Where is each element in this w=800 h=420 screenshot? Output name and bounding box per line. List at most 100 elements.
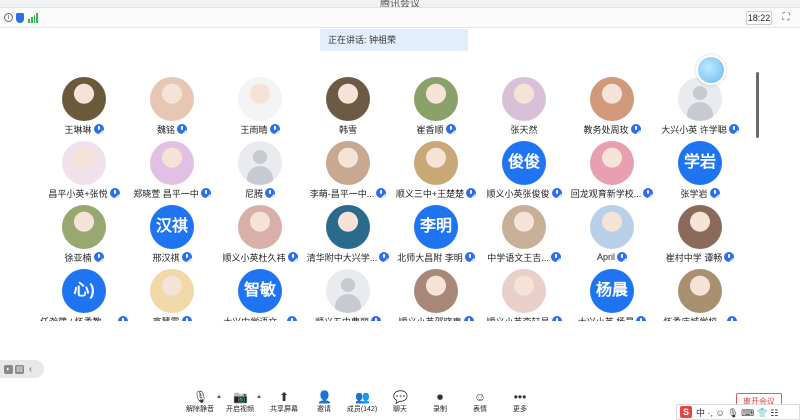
participant-tile[interactable]: 顺义五中曹丽 <box>304 265 392 321</box>
participant-name: 大兴小英 许学聪 <box>661 124 727 135</box>
participant-tile[interactable]: 清华附中大兴学... <box>304 201 392 265</box>
participant-tile[interactable]: 王雨晴 <box>216 73 304 137</box>
grid-scrollbar[interactable] <box>756 72 759 138</box>
toolbar-share-screen-button[interactable]: ⬆ 共享屏幕 <box>264 390 304 420</box>
avatar <box>678 269 722 313</box>
info-icon[interactable]: i <box>4 13 13 22</box>
participant-tile[interactable]: 顺义小英邵晓惠 <box>392 265 480 321</box>
participant-tile[interactable]: 回龙观育新学校... <box>568 137 656 201</box>
avatar <box>326 141 370 185</box>
participant-tile[interactable]: 心) 任瀚葳 / 怀柔教科... <box>40 265 128 321</box>
participant-tile[interactable]: 顺义三中+王楚楚 <box>392 137 480 201</box>
avatar <box>414 77 458 121</box>
toolbar-emoji-button[interactable]: ☺ 表情 <box>460 390 500 420</box>
participant-tile[interactable]: 俊俊 顺义小英张俊俊 <box>480 137 568 201</box>
participant-tile[interactable]: 尼腾 <box>216 137 304 201</box>
toolbar-more-button[interactable]: ••• 更多 <box>500 390 540 420</box>
participant-tile[interactable]: 韩雪 <box>304 73 392 137</box>
share-screen-icon: ⬆ <box>278 390 290 404</box>
mic-icon <box>709 188 720 198</box>
record-icon: ⏺ <box>436 390 443 404</box>
mic-icon <box>181 316 192 321</box>
input-method-bar[interactable]: S 中 ·, ☺ 🎙 ⌨ 👕 ☷ <box>676 404 800 420</box>
participant-label: 大兴小英 杨晨 <box>568 315 656 321</box>
toolbar-label: 聊天 <box>393 406 407 413</box>
participant-name: 郑晓萱 昌平一中 <box>133 188 199 199</box>
participant-name: 任瀚葳 / 怀柔教科... <box>40 315 116 322</box>
participant-label: 顺义小英邵晓惠 <box>392 315 480 321</box>
participant-label: 顺义三中+王楚楚 <box>392 187 480 199</box>
chevron-left-icon[interactable]: ‹ <box>26 364 35 374</box>
mic-icon <box>551 188 562 198</box>
avatar <box>678 205 722 249</box>
panel-icon[interactable]: ▤ <box>15 364 24 374</box>
participant-label: 郑晓萱 昌平一中 <box>128 187 216 199</box>
participant-tile[interactable]: 郑晓萱 昌平一中 <box>128 137 216 201</box>
toolbar-invite-button[interactable]: 👤 邀请 <box>304 390 344 420</box>
meeting-window: 腾讯会议 i 18:22 ⛶ 正在讲话: 钟祖荣 王琳琳 魏铭 王雨晴 韩雪 崔香顺 张天… <box>0 0 800 420</box>
participant-tile[interactable]: 昌平小英+张悦 <box>40 137 128 201</box>
toolbar-record-button[interactable]: ⏺ 录制 <box>420 390 460 420</box>
participant-label: 张学岩 <box>656 187 744 199</box>
participant-tile[interactable]: 智敏大兴中学语文... <box>216 265 304 321</box>
participant-tile[interactable]: 魏铭 <box>128 73 216 137</box>
participant-label: 回龙观育新学校... <box>568 187 656 199</box>
participant-label: 韩雪 <box>304 123 392 135</box>
participant-tile[interactable]: 李明 北师大昌附 李明 <box>392 201 480 265</box>
invite-icon: 👤 <box>317 390 332 404</box>
participant-name: 高慧霞 <box>152 315 179 322</box>
caret-up-icon[interactable]: ▲ <box>256 394 262 400</box>
fullscreen-icon[interactable]: ⛶ <box>780 12 792 24</box>
participant-tile[interactable]: 高慧霞 <box>128 265 216 321</box>
participant-tile[interactable]: 杨晨大兴小英 杨晨 <box>568 265 656 321</box>
mic-icon <box>550 252 561 262</box>
toolbar-mic-muted-button[interactable]: 🎙 解除静音 <box>180 390 220 420</box>
toolbar-members-button[interactable]: 👥 成员(142) <box>342 390 382 420</box>
mic-icon <box>181 252 192 262</box>
participant-label: 邢汉祺 <box>128 251 216 263</box>
participant-label: 张天然 <box>480 123 568 135</box>
avatar <box>502 77 546 121</box>
collapse-panel[interactable]: ◐ ▤ ‹ <box>0 360 44 378</box>
participant-label: 尼腾 <box>216 187 304 199</box>
participant-tile[interactable]: 徐亚楠 <box>40 201 128 265</box>
participant-tile[interactable]: 教务处周玫 <box>568 73 656 137</box>
participant-tile[interactable]: 大兴小英 许学聪 <box>656 73 744 137</box>
title-bar: 腾讯会议 <box>0 0 800 8</box>
mic-icon <box>466 188 477 198</box>
participant-tile[interactable]: 崔香顺 <box>392 73 480 137</box>
toolbar-video-off-button[interactable]: 📷 开启视频 <box>220 390 260 420</box>
participant-tile[interactable]: 汉祺 邢汉祺 <box>128 201 216 265</box>
participant-tile[interactable]: 怀柔庙城学校... <box>656 265 744 321</box>
avatar <box>590 205 634 249</box>
participant-tile[interactable]: 顺义小英杜久祎 <box>216 201 304 265</box>
participant-grid: 王琳琳 魏铭 王雨晴 韩雪 崔香顺 张天然 教务处周玫 大兴小英 许学聪昌平小英+张悦 郑晓萱 … <box>40 73 760 321</box>
participant-label: 顺义五中曹丽 <box>304 315 392 321</box>
participant-tile[interactable]: 崔村中学 谭畅 <box>656 201 744 265</box>
participant-name: 张天然 <box>510 124 538 135</box>
participant-label: 怀柔庙城学校... <box>656 315 744 321</box>
participant-tile[interactable]: 中学语文王吉... <box>480 201 568 265</box>
avatar <box>62 141 106 185</box>
mic-icon <box>200 188 211 198</box>
participant-tile[interactable]: April <box>568 201 656 265</box>
toolbar-label: 解除静音 <box>186 406 214 413</box>
participant-label: 王雨晴 <box>216 123 304 135</box>
participant-tile[interactable]: 学岩 张学岩 <box>656 137 744 201</box>
participant-tile[interactable]: 王琳琳 <box>40 73 128 137</box>
participant-tile[interactable]: 李萌-昌平一中... <box>304 137 392 201</box>
participant-tile[interactable]: 张天然 <box>480 73 568 137</box>
participant-tile[interactable]: 顺义小英李轩昊 <box>480 265 568 321</box>
participant-name: 邢汉祺 <box>152 252 180 263</box>
participant-name: 清华附中大兴学... <box>306 252 378 263</box>
layout-icon[interactable]: ◐ <box>4 364 13 374</box>
signal-icon[interactable] <box>28 13 38 23</box>
toolbar-chat-button[interactable]: 💬 聊天 <box>380 390 420 420</box>
shield-icon[interactable] <box>16 13 24 23</box>
avatar <box>414 141 458 185</box>
participant-name: 崔村中学 谭畅 <box>665 252 723 263</box>
avatar-initials: 学岩 <box>678 141 722 185</box>
avatar <box>502 269 546 313</box>
participant-label: 大兴中学语文... <box>216 315 304 321</box>
floating-ball-icon[interactable] <box>696 55 726 85</box>
